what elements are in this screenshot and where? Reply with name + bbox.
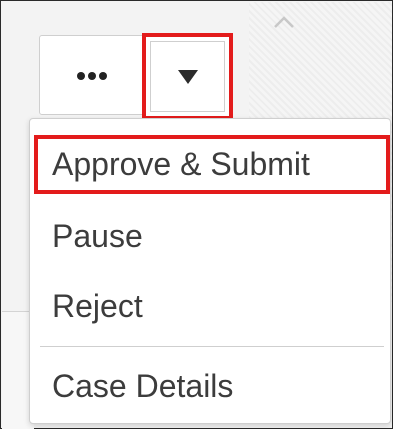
scroll-up-button[interactable] <box>267 9 301 35</box>
window-frame: Approve & Submit Pause Reject Case Detai… <box>0 0 393 429</box>
chevron-up-icon <box>274 16 294 28</box>
menu-item-pause[interactable]: Pause <box>30 205 390 267</box>
menu-divider <box>40 346 384 347</box>
dropdown-toggle-button[interactable] <box>142 33 233 120</box>
menu-item-approve-submit[interactable]: Approve & Submit <box>34 135 390 194</box>
more-horizontal-icon <box>77 72 107 80</box>
menu-item-case-details[interactable]: Case Details <box>30 355 390 417</box>
more-actions-button[interactable] <box>40 36 144 116</box>
actions-dropdown-menu: Approve & Submit Pause Reject Case Detai… <box>29 118 391 424</box>
caret-down-icon <box>177 69 198 84</box>
menu-item-reject[interactable]: Reject <box>30 275 390 337</box>
